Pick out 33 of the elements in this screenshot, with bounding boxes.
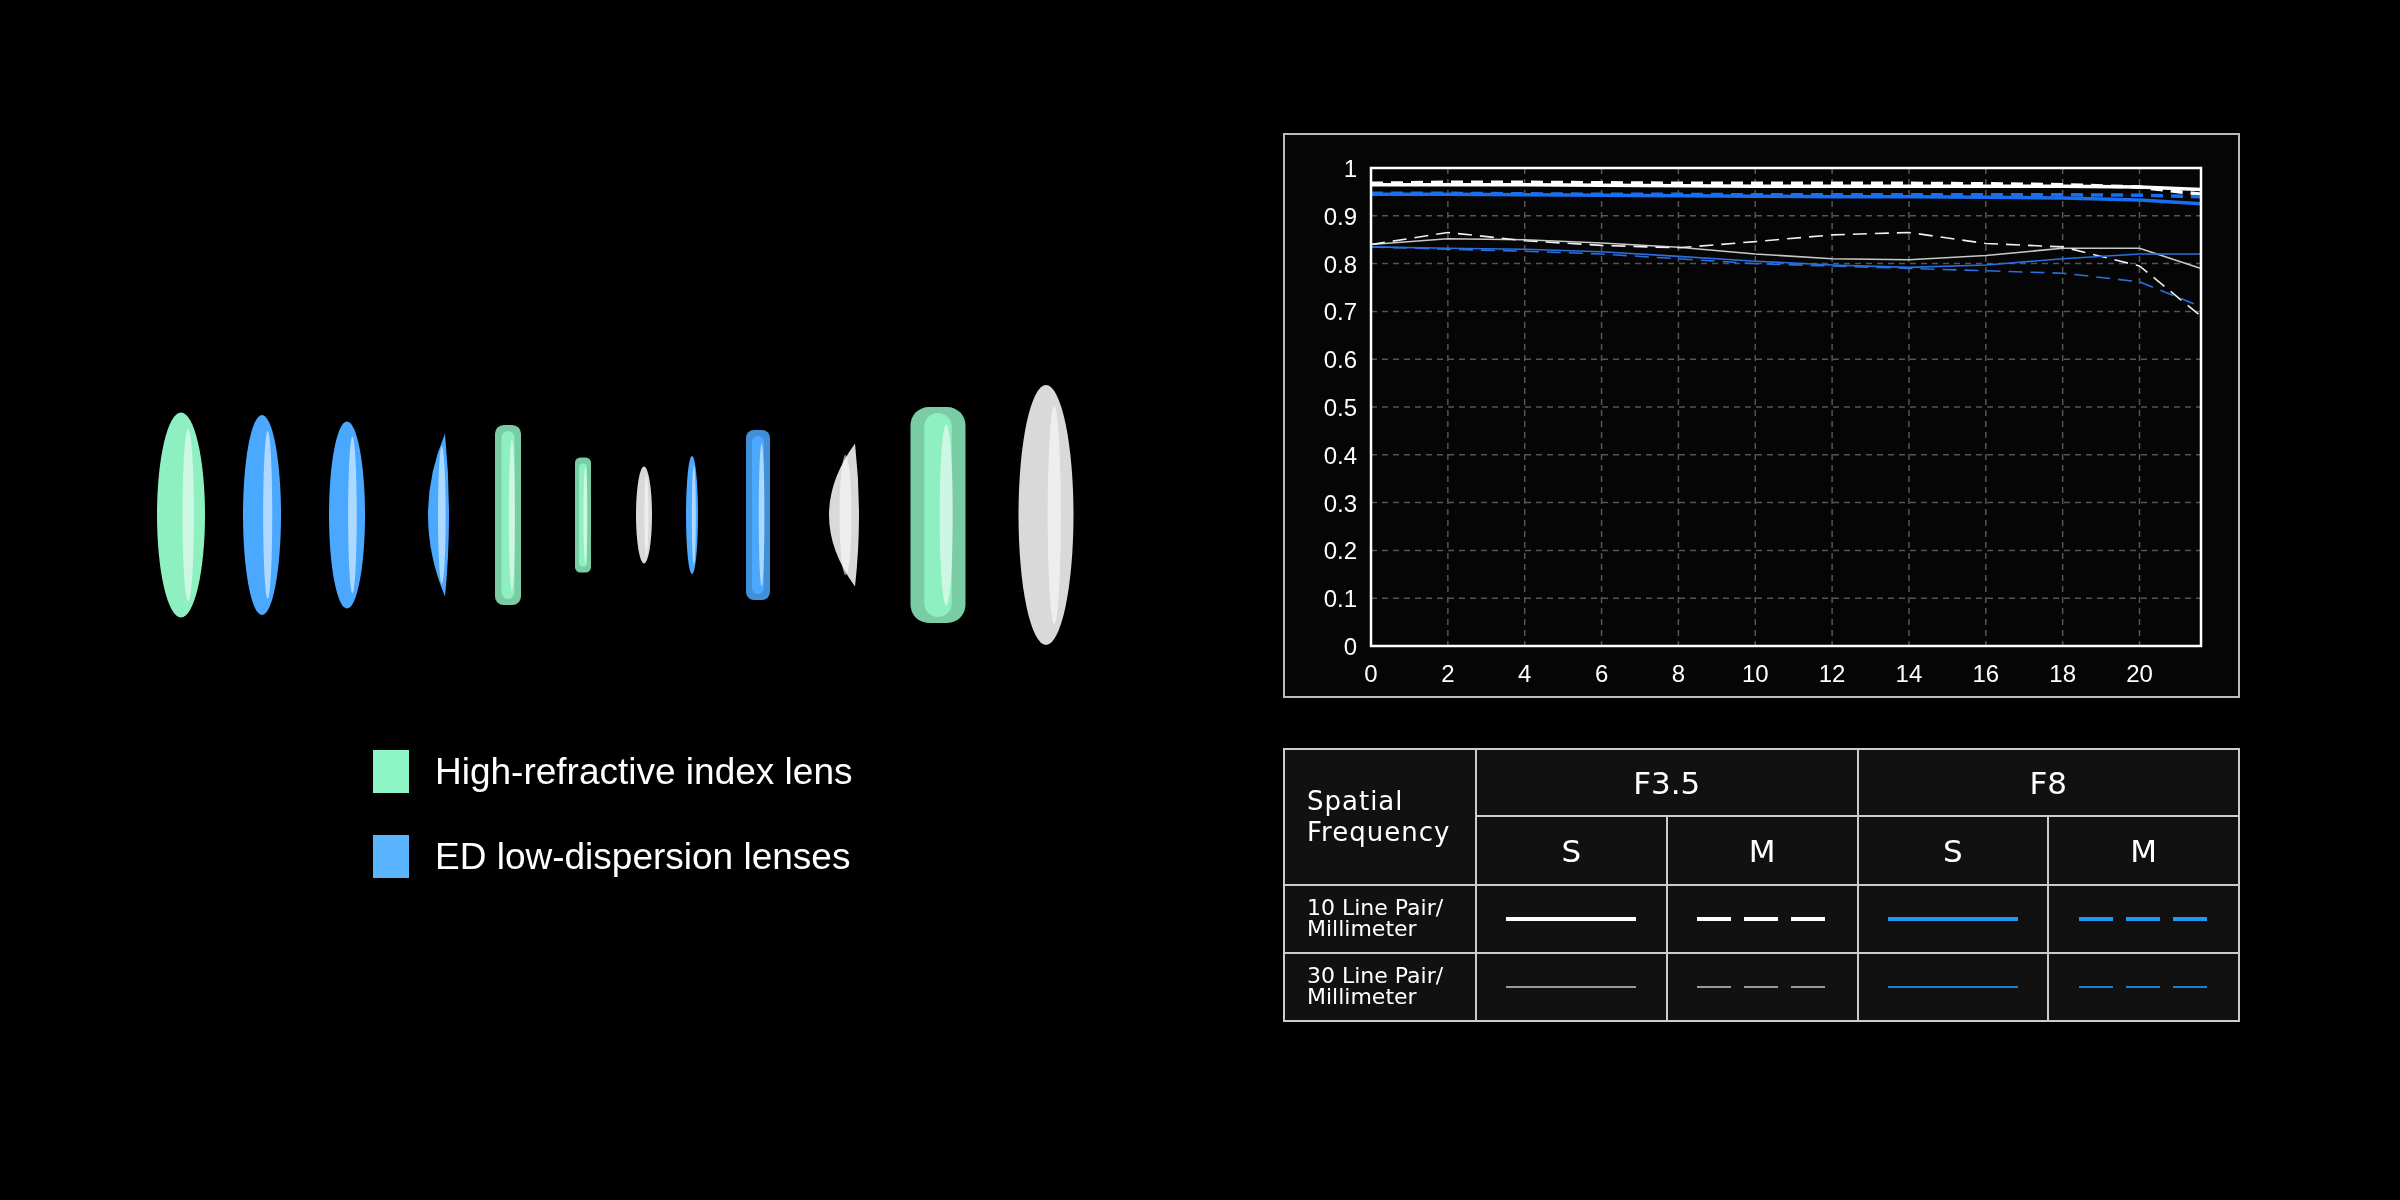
column-header: S [1476,816,1667,885]
row-label: 30 Line Pair/ Millimeter [1284,953,1476,1021]
axis-tick-label: 18 [2049,660,2076,687]
column-header: F3.5 [1476,749,1858,816]
axis-tick-label: 0.1 [1323,585,1357,613]
axis-tick-label: 0 [1364,660,1378,687]
column-header: F8 [1857,749,2239,816]
column-header: S [1857,816,2049,885]
axis-tick-label: 6 [1594,660,1609,687]
axis-tick-label: 0.6 [1323,346,1357,374]
axis-tick-label: 0.5 [1323,394,1357,421]
column-header: Spatial Frequency [1284,749,1476,885]
axis-tick-label: 0 [1343,633,1357,660]
row-label: 10 Line Pair/ Millimeter [1284,885,1476,953]
axis-tick-label: 20 [2126,660,2153,687]
axis-tick-label: 0.2 [1323,537,1357,565]
axis-tick-label: 8 [1671,660,1686,687]
axis-tick-label: 0.9 [1323,202,1357,230]
axis-tick-label: 16 [1972,660,2000,687]
axis-tick-label: 12 [1818,660,1846,687]
axis-tick-label: 0.4 [1323,441,1357,469]
axis-tick-label: 2 [1441,660,1455,687]
column-header: M [2048,816,2239,885]
axis-tick-label: 0.3 [1323,489,1357,517]
axis-tick-label: 0.7 [1323,298,1357,326]
axis-tick-label: 0.8 [1323,250,1357,278]
axis-tick-label: 1 [1343,155,1357,182]
column-header: M [1666,816,1858,885]
legend-label: ED low-dispersion lenses [435,835,851,878]
axis-tick-label: 4 [1518,660,1532,687]
legend-label: High-refractive index lens [435,750,853,793]
axis-tick-label: 14 [1895,660,1923,687]
axis-tick-label: 10 [1741,660,1769,687]
